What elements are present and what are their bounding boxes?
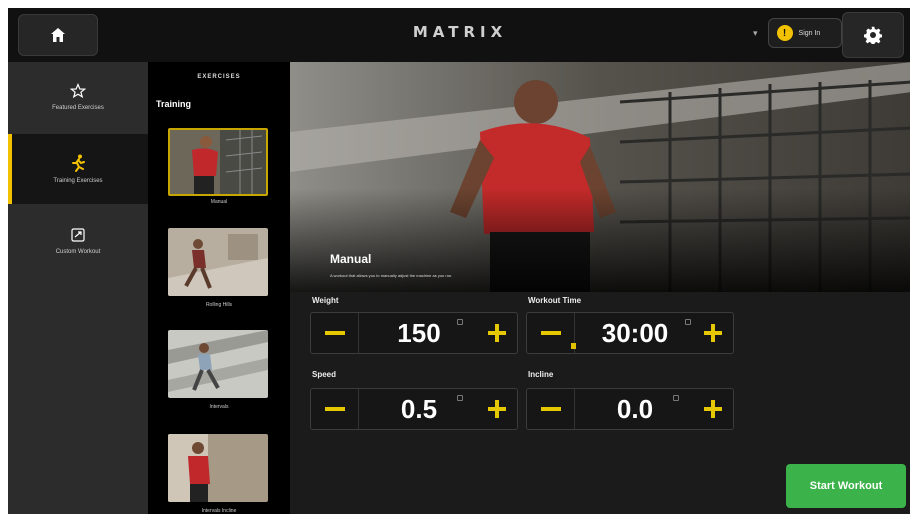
incline-increase-button[interactable]	[693, 389, 733, 429]
sign-in-label: Sign In	[798, 29, 821, 37]
exercise-thumbnail-intervals-incline[interactable]	[168, 434, 268, 502]
exercise-list: EXERCISES Training Manual Rolling Hills …	[148, 62, 290, 514]
weight-decrease-button[interactable]	[311, 313, 359, 353]
exercise-label: Manual	[210, 199, 228, 205]
signin-area: ▾ ! Sign In	[753, 18, 842, 48]
star-icon	[70, 83, 86, 99]
weight-label: Weight	[312, 296, 339, 305]
plus-icon	[704, 324, 722, 342]
workout-time-stepper: 30:00	[526, 312, 734, 354]
unit-icon	[673, 395, 679, 401]
workout-time-label: Workout Time	[528, 296, 582, 305]
plus-icon	[704, 400, 722, 418]
runner-photo	[170, 130, 266, 194]
speed-label: Speed	[312, 370, 337, 379]
exercise-label: Intervals	[209, 404, 229, 410]
minus-icon	[324, 407, 345, 411]
exercise-thumbnail-rolling-hills[interactable]	[168, 228, 268, 296]
runner-photo	[168, 228, 268, 296]
speed-stepper: 0.5	[310, 388, 518, 430]
minus-icon	[540, 331, 561, 335]
settings-button[interactable]	[842, 12, 904, 58]
chevron-down-icon[interactable]: ▾	[753, 28, 758, 39]
app-screen: MATRIX ▾ ! Sign In Featured Exercises Tr…	[8, 8, 910, 514]
unit-icon	[685, 319, 691, 325]
top-bar: MATRIX ▾ ! Sign In	[8, 8, 910, 62]
exercise-section-heading: Training	[156, 99, 192, 109]
sign-in-button[interactable]: ! Sign In	[767, 18, 842, 48]
exercise-thumbnail-intervals[interactable]	[168, 330, 268, 398]
plus-icon	[488, 400, 506, 418]
speed-increase-button[interactable]	[477, 389, 517, 429]
exercise-thumbnail-manual[interactable]	[168, 128, 268, 196]
minus-icon	[540, 407, 561, 411]
exercise-list-title: EXERCISES	[197, 74, 241, 80]
sidebar-item-label: Training Exercises	[53, 178, 103, 184]
exercise-description: A workout that allows you to manually ad…	[330, 273, 453, 278]
weight-increase-button[interactable]	[477, 313, 517, 353]
workout-time-increase-button[interactable]	[693, 313, 733, 353]
exercise-label: Rolling Hills	[205, 302, 233, 308]
hero-photo	[290, 62, 910, 292]
sidebar-item-featured-exercises[interactable]: Featured Exercises	[8, 62, 148, 132]
sidebar-item-label: Featured Exercises	[52, 105, 104, 111]
sidebar: Featured Exercises Training Exercises Cu…	[8, 62, 148, 514]
start-workout-button[interactable]: Start Workout	[786, 464, 906, 508]
sidebar-item-custom-workout[interactable]: Custom Workout	[8, 206, 148, 276]
unit-icon	[457, 395, 463, 401]
speed-decrease-button[interactable]	[311, 389, 359, 429]
exercise-hero: Manual A workout that allows you to manu…	[290, 62, 910, 292]
incline-label: Incline	[528, 370, 554, 379]
incline-decrease-button[interactable]	[527, 389, 575, 429]
runner-icon	[72, 154, 85, 172]
exercise-title: Manual	[330, 252, 372, 266]
workout-time-decrease-button[interactable]	[527, 313, 575, 353]
runner-photo	[168, 434, 268, 502]
exercise-label: Intervals Incline	[201, 508, 237, 514]
plus-icon	[488, 324, 506, 342]
gear-icon	[864, 26, 882, 44]
incline-stepper: 0.0	[526, 388, 734, 430]
runner-photo	[168, 330, 268, 398]
minus-icon	[324, 331, 345, 335]
sidebar-item-label: Custom Workout	[55, 249, 101, 255]
workout-time-value[interactable]: 30:00	[575, 318, 695, 349]
weight-stepper: 150	[310, 312, 518, 354]
sidebar-item-training-exercises[interactable]: Training Exercises	[8, 134, 148, 204]
custom-workout-icon	[71, 228, 85, 242]
alert-icon: !	[776, 25, 793, 41]
unit-icon	[457, 319, 463, 325]
